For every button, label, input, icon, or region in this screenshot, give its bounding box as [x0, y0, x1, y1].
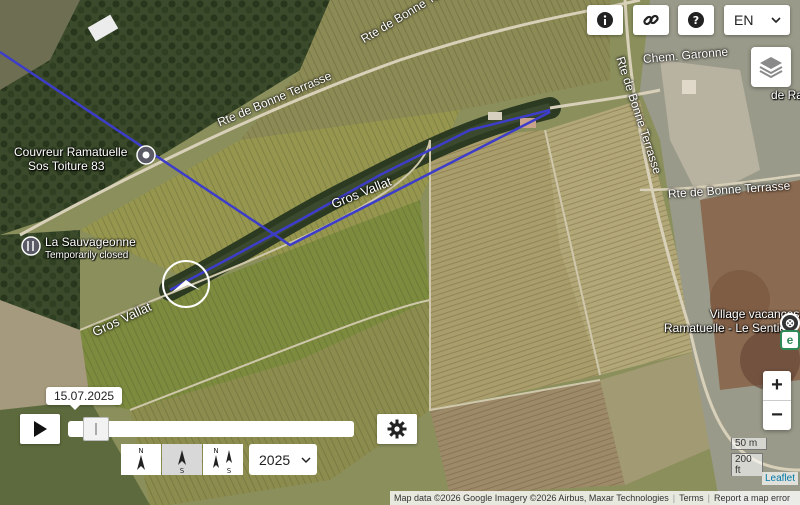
north-arrow-icon: N — [137, 447, 145, 470]
info-button[interactable] — [587, 5, 623, 35]
scale-metric: 50 m — [731, 438, 767, 450]
year-value: 2025 — [259, 451, 291, 468]
layers-button[interactable] — [751, 47, 791, 87]
info-badge[interactable]: e — [780, 330, 800, 350]
play-button[interactable] — [20, 414, 60, 444]
timeline-slider[interactable] — [68, 421, 354, 437]
poi-marker-restaurant[interactable] — [21, 236, 41, 256]
compass-north-button[interactable]: N — [121, 444, 161, 475]
compass-label: S — [180, 467, 185, 474]
attribution-text: Map data ©2026 Google Imagery ©2026 Airb… — [394, 493, 669, 503]
settings-button[interactable] — [377, 414, 417, 444]
poi-name: Sos Toiture 83 — [28, 159, 105, 173]
link-icon — [643, 14, 659, 26]
terms-link[interactable]: Terms — [675, 493, 708, 503]
chevron-down-icon — [301, 457, 311, 464]
poi-name: Couvreur Ramatuelle — [14, 145, 128, 159]
poi-label-sauvageonne[interactable]: La Sauvageonne Temporarily closed — [45, 236, 136, 262]
zoom-in-button[interactable]: + — [763, 371, 791, 401]
compass-both-button[interactable]: N S — [203, 444, 243, 475]
link-button[interactable] — [633, 5, 669, 35]
compass-south-button[interactable]: S — [162, 444, 202, 475]
compass-label: N — [213, 447, 218, 455]
zoom-control: + − — [763, 371, 791, 430]
language-select[interactable]: EN — [724, 5, 790, 35]
help-icon: ? — [688, 12, 704, 28]
leaflet-link[interactable]: Leaflet — [762, 472, 799, 485]
north-south-arrows-icon: N S — [213, 447, 232, 474]
attribution-bar: Map data ©2026 Google Imagery ©2026 Airb… — [390, 491, 800, 505]
poi-name: La Sauvageonne — [45, 235, 136, 249]
poi-label-couvreur[interactable]: Couvreur Ramatuelle Sos Toiture 83 — [14, 145, 127, 173]
info-icon — [597, 12, 613, 28]
svg-text:?: ? — [693, 14, 699, 27]
gear-icon — [387, 419, 407, 439]
poi-label-edge: de Ra — [771, 88, 800, 102]
zoom-out-button[interactable]: − — [763, 401, 791, 430]
poi-marker-couvreur[interactable] — [136, 145, 156, 165]
timeline-slider-handle[interactable] — [82, 417, 109, 441]
poi-status: Temporarily closed — [45, 250, 129, 261]
compass-label: N — [138, 447, 143, 455]
layers-icon — [759, 57, 783, 79]
poi-name: Village vacances — [709, 307, 800, 321]
chevron-down-icon — [771, 17, 781, 24]
language-value: EN — [734, 12, 754, 28]
report-error-link[interactable]: Report a map error — [710, 493, 794, 503]
year-select[interactable]: 2025 — [249, 444, 317, 475]
compass-label: S — [227, 467, 232, 474]
play-icon — [34, 421, 47, 437]
date-tooltip: 15.07.2025 — [46, 387, 123, 410]
south-arrow-icon: S — [178, 449, 186, 474]
help-button[interactable]: ? — [678, 5, 714, 35]
scale-imperial: 200 ft — [731, 453, 763, 476]
